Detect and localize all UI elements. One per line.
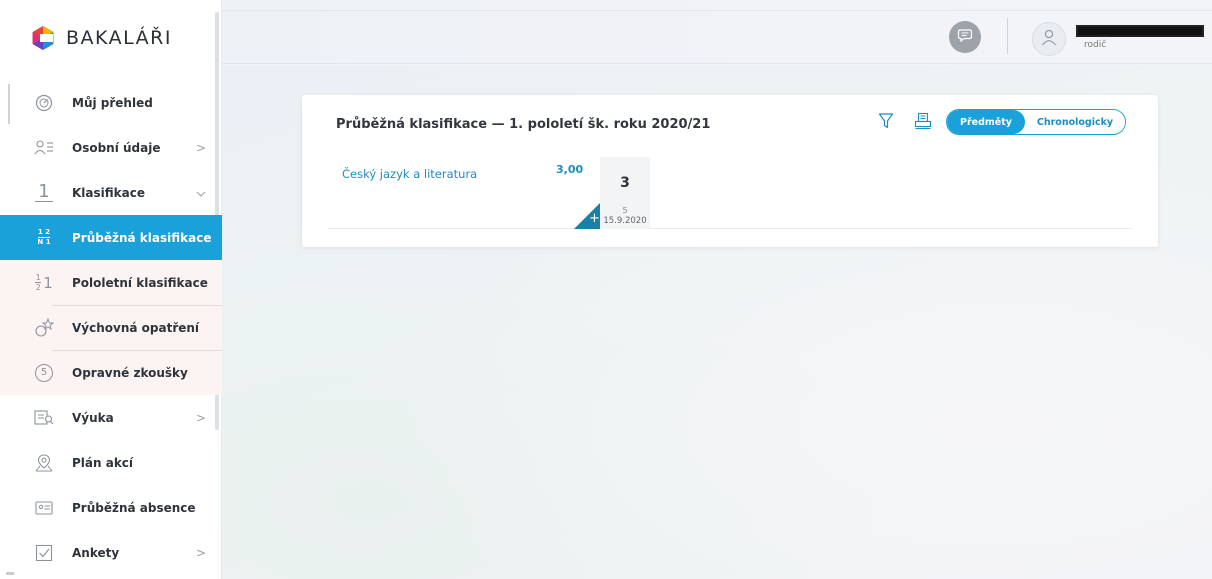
user-name-redacted — [1076, 25, 1204, 37]
user-role: rodič — [1084, 40, 1107, 50]
sidebar-item-label: Průběžná klasifikace — [72, 230, 212, 245]
checkbox-icon — [34, 543, 54, 563]
sidebar-item-label: Výchovná opatření — [72, 320, 200, 335]
grades-card: Průběžná klasifikace — 1. pololetí šk. r… — [302, 95, 1158, 247]
gauge-icon — [34, 93, 54, 113]
chevron-right-icon: > — [195, 140, 207, 155]
absence-icon — [34, 498, 54, 518]
medal-icon — [34, 317, 54, 338]
toggle-chronologicky[interactable]: Chronologicky — [1025, 110, 1125, 134]
grade-weight: 5 — [622, 206, 628, 215]
topbar-separator — [1007, 18, 1008, 54]
user-menu-button[interactable] — [1032, 22, 1066, 56]
fraction-bottom: N 1 — [37, 238, 51, 246]
sidebar-item-ankety[interactable]: Ankety > — [18, 530, 222, 575]
id-card-icon — [34, 138, 54, 158]
sidebar-item-vyuka[interactable]: Výuka > — [18, 395, 222, 440]
sidebar-item-muj-prehled[interactable]: Můj přehled — [18, 80, 222, 125]
sidebar-item-label: Ankety — [72, 545, 120, 560]
message-icon — [957, 27, 973, 47]
page-title: Průběžná klasifikace — 1. pololetí šk. r… — [336, 117, 711, 132]
grade-tile[interactable]: 3 + 5 15.9.2020 — [574, 157, 650, 229]
sidebar-item-label: Klasifikace — [72, 185, 145, 200]
messages-button[interactable] — [949, 21, 981, 53]
half-digit: 1 — [43, 273, 53, 292]
grade-one-icon: 1 — [34, 183, 54, 203]
sidebar-item-opravne-zkousky[interactable]: 5 Opravné zkoušky — [0, 350, 222, 395]
sidebar-item-pololetni-klasifikace[interactable]: 1 2 1 Pololetní klasifikace — [0, 260, 222, 305]
sidebar-item-label: Průběžná absence — [72, 500, 196, 515]
sidebar-item-label: Plán akcí — [72, 455, 134, 470]
subject-row: Český jazyk a literatura 3,00 3 + 5 15.9… — [328, 157, 1132, 229]
retake-glyph: 5 — [40, 367, 48, 378]
plus-icon: + — [589, 211, 600, 226]
brand-name: BAKALÁŘI — [66, 27, 172, 49]
sidebar-item-prubezna-absence[interactable]: Průběžná absence — [18, 485, 222, 530]
retake-icon: 5 — [34, 363, 54, 383]
chevron-right-icon: > — [195, 545, 207, 560]
half-bottom: 2 — [35, 283, 41, 292]
view-toggle: Předměty Chronologicky — [946, 109, 1126, 135]
chevron-right-icon: > — [195, 410, 207, 425]
grade-date: 15.9.2020 — [603, 216, 647, 226]
book-icon — [34, 408, 54, 428]
fraction-icon: 1 2 N 1 — [34, 228, 54, 248]
sidebar-indicator — [8, 84, 10, 124]
user-icon — [1040, 28, 1058, 50]
toggle-predmety[interactable]: Předměty — [947, 110, 1025, 134]
sidebar-item-label: Můj přehled — [72, 95, 153, 110]
fraction-top: 1 2 — [37, 228, 51, 236]
top-bar: rodič — [222, 0, 1212, 64]
sidebar-nav: Můj přehled Osobní údaje > 1 Klasifikace… — [0, 80, 222, 575]
sidebar-item-label: Opravné zkoušky — [72, 365, 188, 380]
sidebar: BAKALÁŘI Můj přehled Osobní údaje > 1 Kl… — [0, 0, 222, 579]
map-pin-icon — [34, 453, 54, 473]
sidebar-item-plan-akci[interactable]: Plán akcí — [18, 440, 222, 485]
chevron-down-icon — [194, 186, 208, 200]
print-icon[interactable] — [914, 112, 932, 134]
grade-value: 3 — [620, 175, 630, 191]
main-content: Průběžná klasifikace — 1. pololetí šk. r… — [222, 65, 1212, 579]
sidebar-item-label: Osobní údaje — [72, 140, 161, 155]
sidebar-item-label: Pololetní klasifikace — [72, 275, 208, 290]
bakalari-logo-icon — [30, 25, 56, 51]
grade-one-glyph: 1 — [35, 183, 53, 202]
sidebar-item-prubezna-klasifikace[interactable]: 1 2 N 1 Průběžná klasifikace — [0, 215, 222, 260]
half-grade-icon: 1 2 1 — [34, 273, 54, 293]
subject-link[interactable]: Český jazyk a literatura — [342, 167, 477, 181]
brand-logo[interactable]: BAKALÁŘI — [30, 24, 172, 52]
top-divider — [222, 10, 1212, 11]
half-top: 1 — [35, 273, 41, 282]
filter-icon[interactable] — [878, 112, 894, 134]
subject-average: 3,00 — [556, 163, 584, 176]
sidebar-item-osobni-udaje[interactable]: Osobní údaje > — [18, 125, 222, 170]
sidebar-item-vychovna-opatreni[interactable]: Výchovná opatření — [0, 305, 222, 350]
sidebar-item-klasifikace[interactable]: 1 Klasifikace — [18, 170, 222, 215]
sidebar-item-label: Výuka — [72, 410, 114, 425]
scroll-arrow[interactable] — [6, 572, 14, 575]
